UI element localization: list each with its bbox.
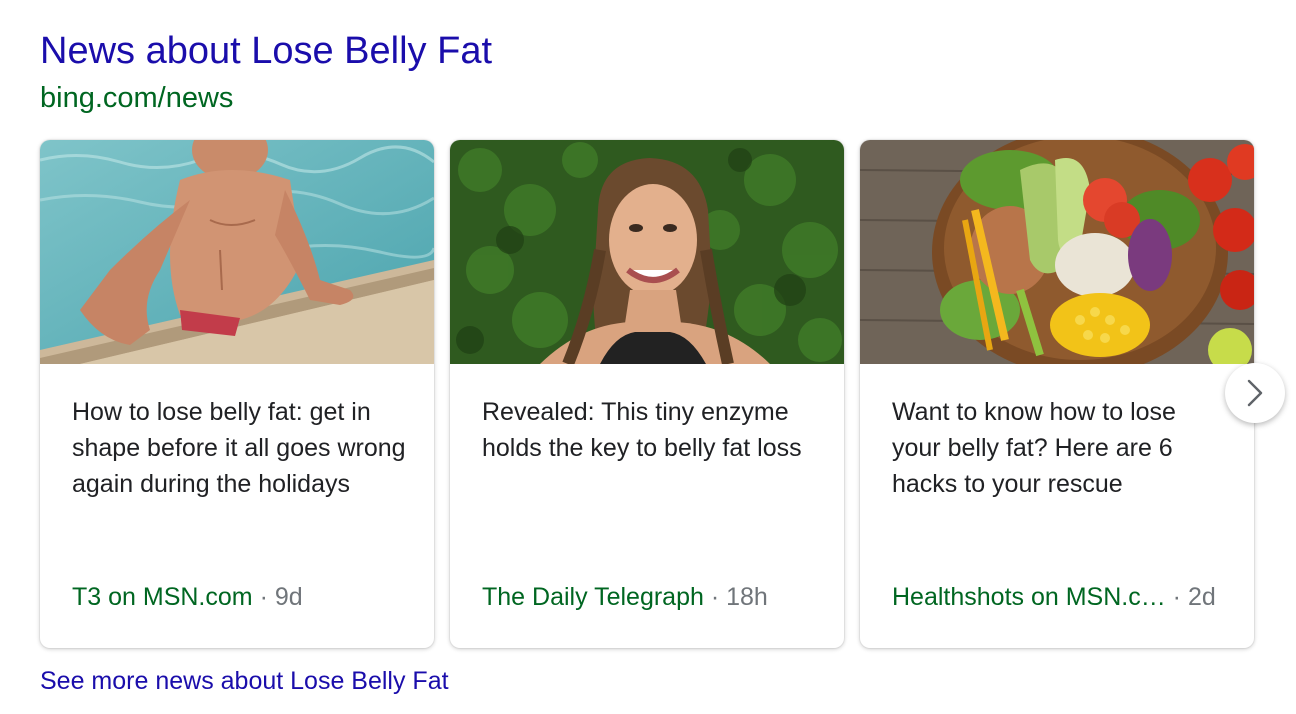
news-card-title: Revealed: This tiny enzyme holds the key… — [482, 398, 802, 462]
news-card-publisher: The Daily Telegraph — [482, 583, 704, 611]
news-card[interactable]: Revealed: This tiny enzyme holds the key… — [450, 140, 844, 648]
news-carousel-section: News about Lose Belly Fat bing.com/news — [0, 0, 1296, 714]
news-card-meta: T3 on MSN.com · 9d — [72, 580, 303, 614]
news-card-age: 2d — [1187, 583, 1216, 611]
meta-separator: · — [1172, 583, 1181, 611]
news-card-publisher: T3 on MSN.com — [72, 583, 253, 611]
news-card-title: How to lose belly fat: get in shape befo… — [72, 398, 406, 498]
source-url: bing.com/news — [40, 82, 234, 114]
news-card[interactable]: Want to know how to lose your belly fat?… — [860, 140, 1254, 648]
chevron-right-icon — [1247, 379, 1263, 407]
news-card-image — [40, 140, 434, 364]
news-card-image — [450, 140, 844, 364]
see-more-news-link[interactable]: See more news about Lose Belly Fat — [40, 664, 449, 698]
news-cards-row: How to lose belly fat: get in shape befo… — [40, 140, 1254, 648]
news-card-title: Want to know how to lose your belly fat?… — [892, 398, 1176, 498]
news-card-image — [860, 140, 1254, 364]
news-card[interactable]: How to lose belly fat: get in shape befo… — [40, 140, 434, 648]
news-card-meta: The Daily Telegraph · 18h — [482, 580, 768, 614]
carousel-next-button[interactable] — [1225, 363, 1285, 423]
news-card-age: 18h — [726, 583, 768, 611]
news-card-publisher: Healthshots on MSN.c… — [892, 583, 1166, 611]
news-heading-link[interactable]: News about Lose Belly Fat — [40, 28, 492, 74]
meta-separator: · — [710, 583, 720, 611]
meta-separator: · — [259, 583, 268, 611]
news-card-meta: Healthshots on MSN.c… · 2d — [892, 580, 1216, 614]
news-card-age: 9d — [274, 583, 303, 611]
